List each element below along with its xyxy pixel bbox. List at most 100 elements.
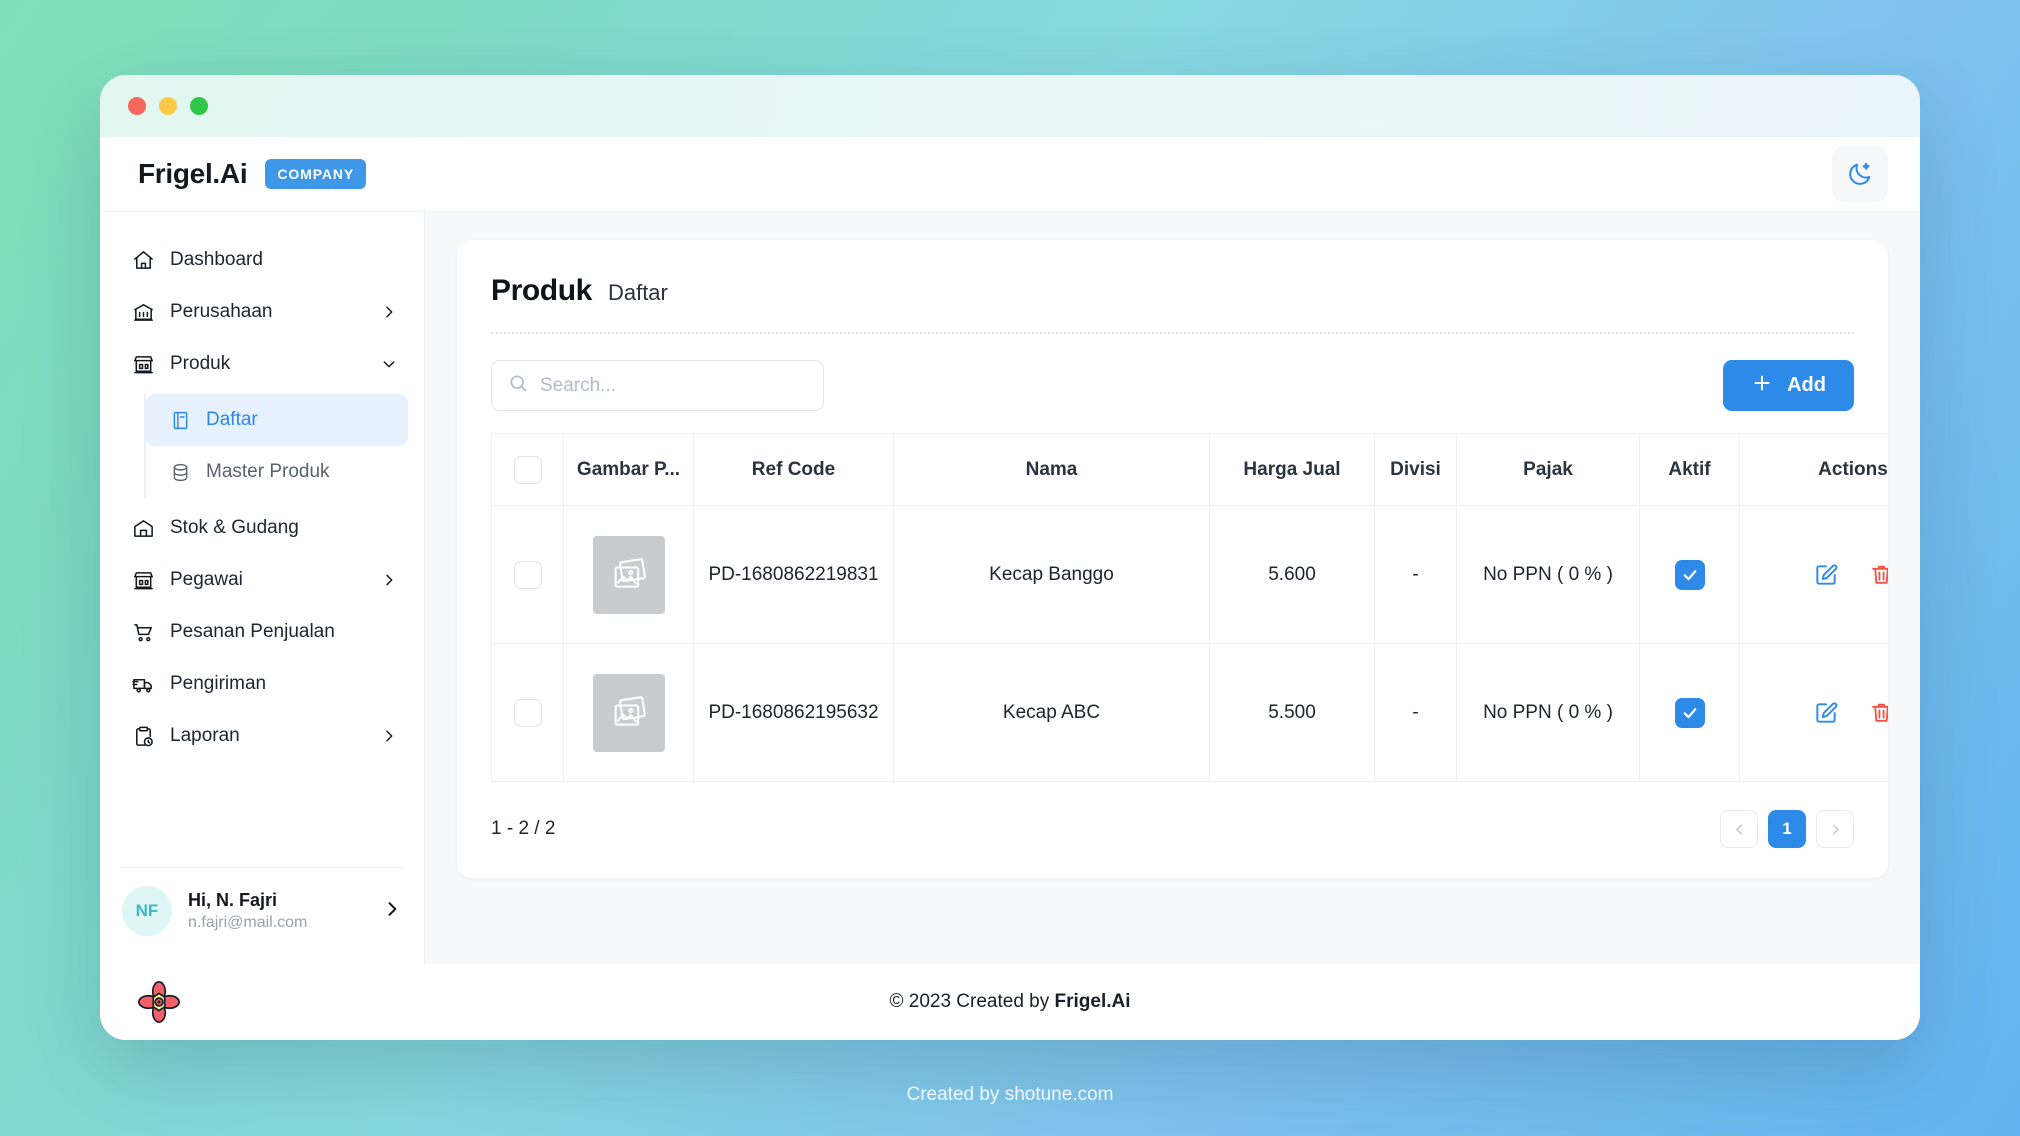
sidebar-item-label: Dashboard	[170, 249, 263, 270]
add-button[interactable]: Add	[1723, 360, 1854, 411]
select-all-checkbox[interactable]	[513, 455, 542, 484]
row-ref-code: PD-1680862195632	[693, 643, 894, 782]
sidebar-subitem-label: Daftar	[206, 409, 258, 430]
delete-button[interactable]	[1869, 562, 1888, 587]
pagination: 1 - 2 / 2 1	[457, 782, 1888, 878]
sidebar-item-label: Laporan	[170, 725, 240, 746]
sidebar-item-dashboard[interactable]: Dashboard	[116, 234, 408, 286]
moon-icon	[1849, 162, 1871, 185]
window-minimize-button[interactable]	[159, 97, 177, 115]
user-profile[interactable]: NF Hi, N. Fajri n.fajri@mail.com	[100, 868, 424, 964]
edit-icon	[1815, 563, 1837, 585]
edit-button[interactable]	[1813, 700, 1839, 726]
sidebar-item-label: Perusahaan	[170, 301, 273, 322]
page-subtitle: Daftar	[607, 280, 668, 305]
row-checkbox[interactable]	[513, 698, 542, 727]
column-header-actions[interactable]: Actions	[1739, 433, 1888, 506]
user-email: n.fajri@mail.com	[188, 914, 308, 931]
row-ref-code: PD-1680862219831	[693, 505, 894, 644]
plus-icon	[1751, 372, 1773, 400]
clipboard-clock-icon	[130, 723, 156, 749]
column-header-ref-code[interactable]: Ref Code	[693, 433, 894, 506]
sidebar-submenu-produk: Daftar Master Produk	[144, 394, 408, 498]
pagination-next-button[interactable]	[1816, 810, 1854, 848]
sidebar-item-perusahaan[interactable]: Perusahaan	[116, 286, 408, 338]
app-header: Frigel.Ai COMPANY	[100, 137, 1920, 212]
aktif-checkbox[interactable]	[1674, 559, 1705, 590]
chevron-down-icon	[380, 355, 398, 373]
search-input[interactable]	[540, 374, 807, 397]
pagination-page-1[interactable]: 1	[1768, 810, 1806, 848]
row-actions-cell	[1739, 643, 1888, 782]
app-window: Frigel.Ai COMPANY Dashboard Perusahaan P…	[100, 75, 1920, 1040]
table-row[interactable]: PD-1680862219831 Kecap Banggo 5.600 - No…	[491, 505, 1888, 644]
row-select-cell	[491, 505, 564, 644]
sidebar-item-produk[interactable]: Produk	[116, 338, 408, 390]
table-header-row: Gambar P... Ref Code Nama Harga Jual Div…	[491, 433, 1888, 506]
bank-icon	[130, 299, 156, 325]
database-icon	[168, 460, 192, 484]
column-header-nama[interactable]: Nama	[893, 433, 1210, 506]
app-body: Dashboard Perusahaan Produk Daftar Maste…	[100, 212, 1920, 964]
table-toolbar: Add	[457, 334, 1888, 433]
window-titlebar	[100, 75, 1920, 137]
check-icon	[1683, 707, 1696, 718]
window-maximize-button[interactable]	[190, 97, 208, 115]
row-harga-jual: 5.600	[1209, 505, 1375, 644]
row-harga-jual: 5.500	[1209, 643, 1375, 782]
table-row[interactable]: PD-1680862195632 Kecap ABC 5.500 - No PP…	[491, 643, 1888, 782]
row-pajak: No PPN ( 0 % )	[1456, 505, 1640, 644]
row-aktif-cell	[1639, 643, 1740, 782]
sidebar-item-label: Pesanan Penjualan	[170, 621, 335, 642]
sidebar-item-master-produk[interactable]: Master Produk	[146, 446, 408, 498]
main-content: Produk Daftar Search... Add Gambar P... …	[425, 212, 1920, 964]
column-header-harga-jual[interactable]: Harga Jual	[1209, 433, 1375, 506]
row-checkbox[interactable]	[513, 560, 542, 589]
sidebar-item-daftar[interactable]: Daftar	[146, 394, 408, 446]
row-actions	[1748, 562, 1888, 588]
sidebar-item-stok-gudang[interactable]: Stok & Gudang	[116, 502, 408, 554]
chevron-right-icon	[380, 571, 398, 589]
theme-toggle-button[interactable]	[1832, 146, 1888, 202]
search-box[interactable]	[491, 360, 824, 411]
sidebar-item-pegawai[interactable]: Pegawai	[116, 554, 408, 606]
row-select-cell	[491, 643, 564, 782]
footer-copyright: © 2023 Created by Frigel.Ai	[100, 991, 1920, 1013]
cart-icon	[130, 619, 156, 645]
aktif-checkbox[interactable]	[1674, 697, 1705, 728]
sidebar-item-label: Produk	[170, 353, 231, 374]
row-actions-cell	[1739, 505, 1888, 644]
image-placeholder-icon	[592, 673, 665, 752]
edit-icon	[1815, 701, 1837, 723]
edit-button[interactable]	[1813, 562, 1839, 588]
image-placeholder-icon	[592, 535, 665, 614]
avatar: NF	[122, 886, 172, 936]
sidebar-item-pengiriman[interactable]: Pengiriman	[116, 658, 408, 710]
check-icon	[1683, 569, 1696, 580]
pagination-controls: 1	[1720, 810, 1854, 848]
produk-table: Gambar P... Ref Code Nama Harga Jual Div…	[491, 433, 1888, 782]
delete-button[interactable]	[1869, 700, 1888, 725]
breadcrumb: Produk Daftar	[491, 274, 1854, 332]
sidebar-item-label: Stok & Gudang	[170, 517, 299, 538]
window-close-button[interactable]	[128, 97, 146, 115]
app-footer: © 2023 Created by Frigel.Ai	[100, 964, 1920, 1040]
column-header-gambar[interactable]: Gambar P...	[563, 433, 694, 506]
footer-copyright-prefix: © 2023 Created by	[889, 991, 1055, 1012]
produk-card: Produk Daftar Search... Add Gambar P... …	[457, 240, 1888, 878]
column-header-aktif[interactable]: Aktif	[1639, 433, 1740, 506]
chevron-right-icon	[380, 727, 398, 745]
truck-icon	[130, 671, 156, 697]
pagination-range: 1 - 2 / 2	[491, 818, 556, 839]
column-header-pajak[interactable]: Pajak	[1456, 433, 1640, 506]
column-header-divisi[interactable]: Divisi	[1374, 433, 1457, 506]
row-pajak: No PPN ( 0 % )	[1456, 643, 1640, 782]
page-watermark: Created by shotune.com	[906, 1084, 1114, 1105]
pagination-prev-button[interactable]	[1720, 810, 1758, 848]
sidebar-item-pesanan-penjualan[interactable]: Pesanan Penjualan	[116, 606, 408, 658]
search-icon	[508, 373, 528, 398]
company-badge: COMPANY	[265, 159, 367, 189]
row-aktif-cell	[1639, 505, 1740, 644]
sidebar-item-laporan[interactable]: Laporan	[116, 710, 408, 762]
table-container: Gambar P... Ref Code Nama Harga Jual Div…	[457, 433, 1888, 782]
